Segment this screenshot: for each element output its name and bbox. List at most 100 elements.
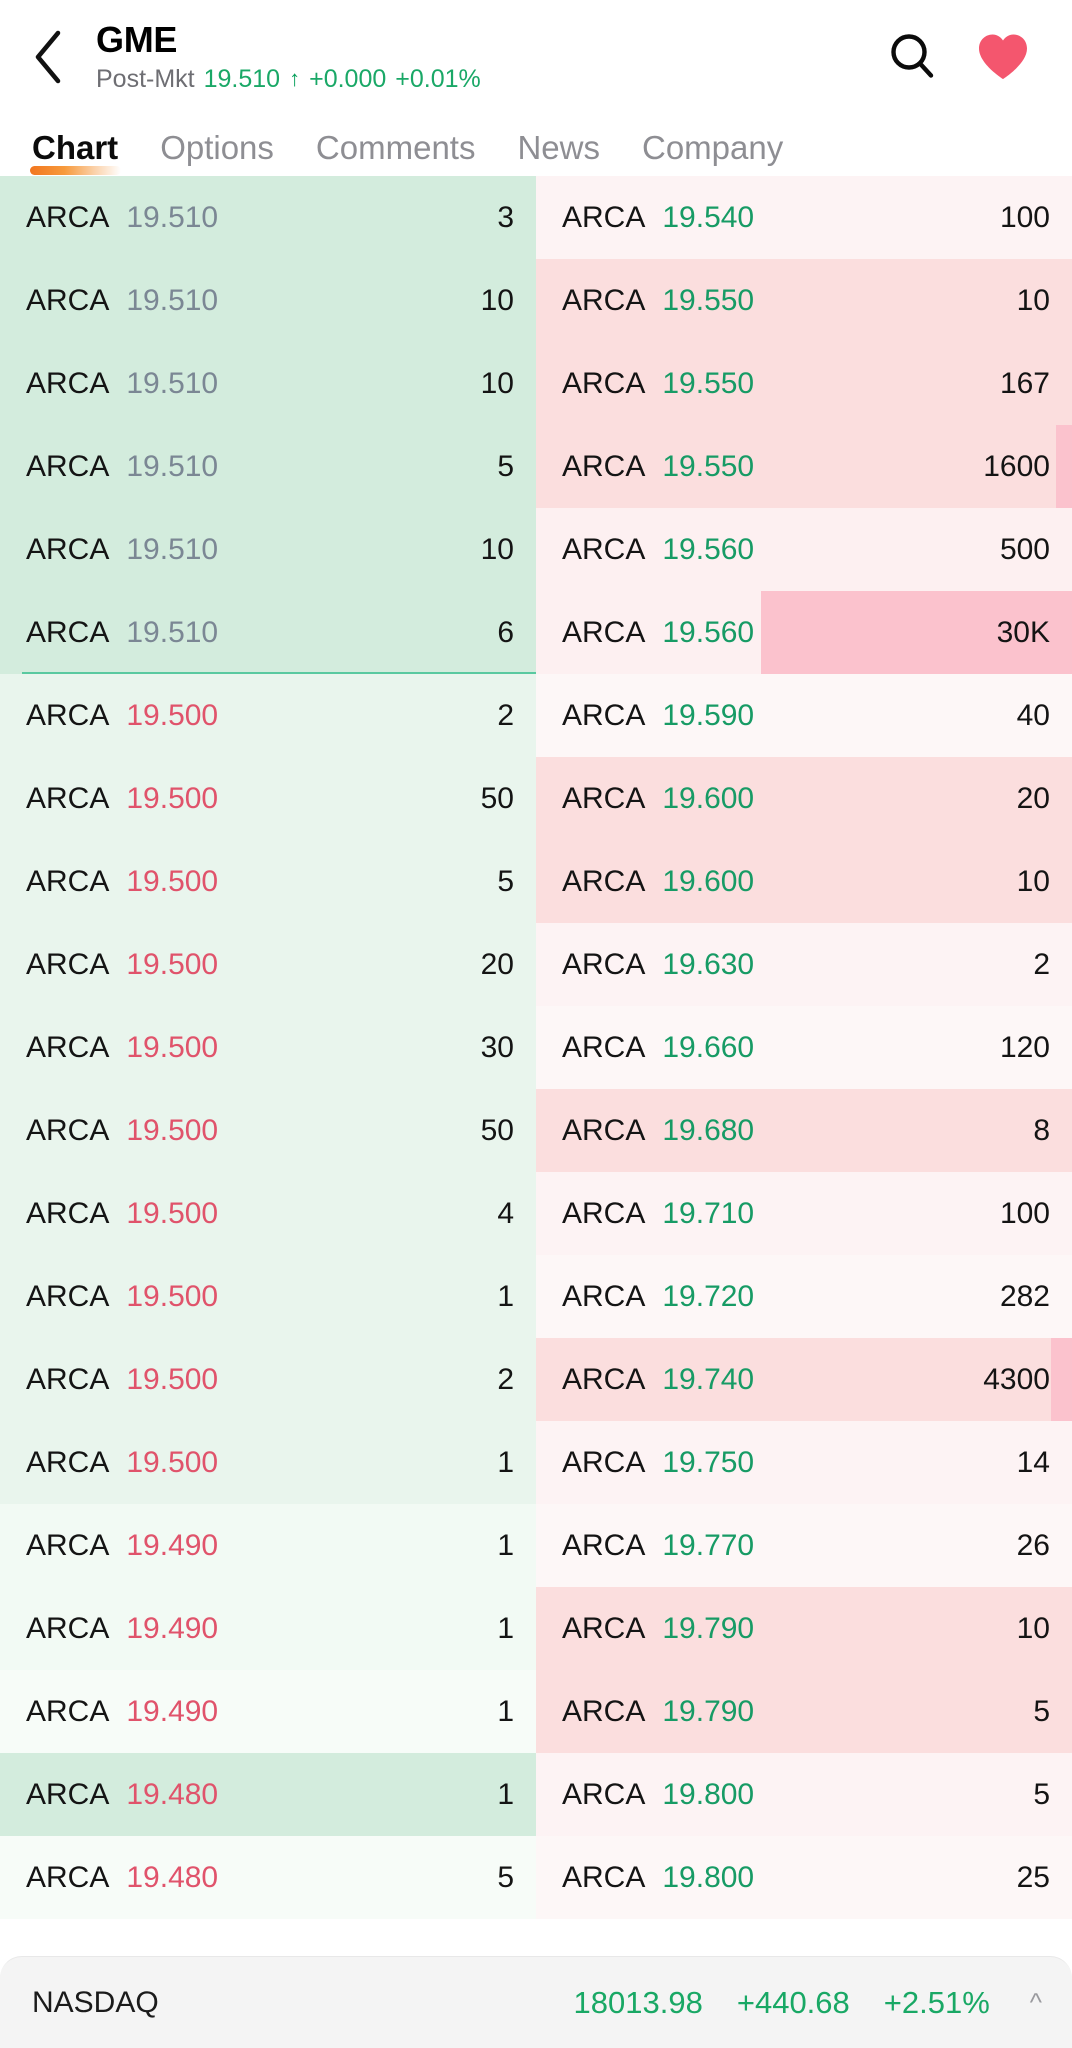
- table-row[interactable]: ARCA 19.790 10: [536, 1587, 1072, 1670]
- table-row[interactable]: ARCA 19.770 26: [536, 1504, 1072, 1587]
- table-row[interactable]: ARCA 19.560 30K: [536, 591, 1072, 674]
- price-cell: 19.490: [126, 1528, 219, 1562]
- market-maker: ARCA: [26, 1030, 110, 1064]
- tab-options[interactable]: Options: [139, 131, 295, 176]
- table-row[interactable]: ARCA 19.500 1: [0, 1421, 536, 1504]
- table-row[interactable]: ARCA 19.600 20: [536, 757, 1072, 840]
- table-row[interactable]: ARCA 19.590 40: [536, 674, 1072, 757]
- table-row[interactable]: ARCA 19.710 100: [536, 1172, 1072, 1255]
- size-cell: 167: [999, 366, 1050, 400]
- table-row[interactable]: ARCA 19.680 8: [536, 1089, 1072, 1172]
- table-row[interactable]: ARCA 19.480 1: [0, 1753, 536, 1836]
- price-cell: 19.800: [662, 1777, 755, 1811]
- size-cell: 1: [497, 1279, 514, 1313]
- market-maker: ARCA: [26, 1362, 110, 1396]
- tab-label: Comments: [315, 129, 476, 167]
- market-maker: ARCA: [562, 200, 646, 234]
- table-row[interactable]: ARCA 19.500 4: [0, 1172, 536, 1255]
- market-maker: ARCA: [26, 1694, 110, 1728]
- size-cell: 8: [1033, 1113, 1050, 1147]
- size-cell: 50: [480, 781, 514, 815]
- table-row[interactable]: ARCA 19.510 10: [0, 259, 536, 342]
- table-row[interactable]: ARCA 19.500 5: [0, 840, 536, 923]
- table-row[interactable]: ARCA 19.790 5: [536, 1670, 1072, 1753]
- table-row[interactable]: ARCA 19.500 20: [0, 923, 536, 1006]
- table-row[interactable]: ARCA 19.500 2: [0, 1338, 536, 1421]
- price-cell: 19.490: [126, 1611, 219, 1645]
- table-row[interactable]: ARCA 19.550 1600: [536, 425, 1072, 508]
- back-button[interactable]: [0, 0, 96, 113]
- table-row[interactable]: ARCA 19.560 500: [536, 508, 1072, 591]
- row-content: ARCA 19.500 50: [26, 782, 514, 816]
- table-row[interactable]: ARCA 19.660 120: [536, 1006, 1072, 1089]
- row-content: ARCA 19.660 120: [562, 1031, 1050, 1065]
- row-content: ARCA 19.750 14: [562, 1446, 1050, 1480]
- table-row[interactable]: ARCA 19.600 10: [536, 840, 1072, 923]
- market-maker: ARCA: [26, 1528, 110, 1562]
- size-cell: 120: [999, 1030, 1050, 1064]
- table-row[interactable]: ARCA 19.500 2: [0, 674, 536, 757]
- table-row[interactable]: ARCA 19.500 50: [0, 1089, 536, 1172]
- search-icon: [891, 33, 934, 78]
- bid-side[interactable]: ARCA 19.510 3 ARCA 19.510 10 ARCA 19.510 10 ARCA 1…: [0, 176, 536, 1956]
- row-content: ARCA 19.500 1: [26, 1280, 514, 1314]
- price-cell: 19.500: [126, 947, 219, 981]
- table-row[interactable]: ARCA 19.510 6: [0, 591, 536, 674]
- tab-chart[interactable]: Chart: [28, 131, 139, 176]
- row-content: ARCA 19.550 10: [562, 284, 1050, 318]
- price-cell: 19.630: [662, 947, 755, 981]
- session-label: Post-Mkt: [96, 65, 195, 94]
- table-row[interactable]: ARCA 19.510 10: [0, 342, 536, 425]
- size-cell: 500: [999, 532, 1050, 566]
- row-content: ARCA 19.590 40: [562, 699, 1050, 733]
- tab-comments[interactable]: Comments: [295, 131, 497, 176]
- favorite-button[interactable]: [976, 32, 1030, 82]
- table-row[interactable]: ARCA 19.630 2: [536, 923, 1072, 1006]
- market-index-bar[interactable]: NASDAQ 18013.98 +440.68 +2.51% ^: [0, 1956, 1072, 2048]
- size-cell: 10: [1016, 283, 1050, 317]
- price-cell: 19.550: [662, 366, 755, 400]
- row-content: ARCA 19.500 50: [26, 1114, 514, 1148]
- table-row[interactable]: ARCA 19.510 10: [0, 508, 536, 591]
- chevron-up-icon[interactable]: ^: [1030, 1987, 1042, 2018]
- ask-side[interactable]: ARCA 19.540 100 ARCA 19.550 10 ARCA 19.550 167 AR…: [536, 176, 1072, 1956]
- table-row[interactable]: ARCA 19.500 30: [0, 1006, 536, 1089]
- table-row[interactable]: ARCA 19.550 167: [536, 342, 1072, 425]
- table-row[interactable]: ARCA 19.480 5: [0, 1836, 536, 1919]
- table-row[interactable]: ARCA 19.540 100: [536, 176, 1072, 259]
- row-content: ARCA 19.510 10: [26, 533, 514, 567]
- heart-icon: [979, 34, 1027, 79]
- table-row[interactable]: ARCA 19.740 4300: [536, 1338, 1072, 1421]
- price-cell: 19.510: [126, 366, 219, 400]
- market-maker: ARCA: [562, 532, 646, 566]
- table-row[interactable]: ARCA 19.510 3: [0, 176, 536, 259]
- table-row[interactable]: ARCA 19.510 5: [0, 425, 536, 508]
- market-maker: ARCA: [562, 1860, 646, 1894]
- size-cell: 1600: [983, 449, 1050, 483]
- search-button[interactable]: [886, 30, 940, 84]
- price-cell: 19.550: [662, 283, 755, 317]
- tab-news[interactable]: News: [496, 131, 621, 176]
- tab-company[interactable]: Company: [621, 131, 804, 176]
- table-row[interactable]: ARCA 19.490 1: [0, 1587, 536, 1670]
- row-content: ARCA 19.510 10: [26, 284, 514, 318]
- row-content: ARCA 19.500 30: [26, 1031, 514, 1065]
- price-cell: 19.590: [662, 698, 755, 732]
- size-cell: 20: [1016, 781, 1050, 815]
- table-row[interactable]: ARCA 19.500 50: [0, 757, 536, 840]
- table-row[interactable]: ARCA 19.490 1: [0, 1670, 536, 1753]
- table-row[interactable]: ARCA 19.800 5: [536, 1753, 1072, 1836]
- price-cell: 19.510: [126, 200, 219, 234]
- row-content: ARCA 19.600 10: [562, 865, 1050, 899]
- size-cell: 25: [1016, 1860, 1050, 1894]
- table-row[interactable]: ARCA 19.500 1: [0, 1255, 536, 1338]
- table-row[interactable]: ARCA 19.490 1: [0, 1504, 536, 1587]
- size-cell: 3: [497, 200, 514, 234]
- table-row[interactable]: ARCA 19.550 10: [536, 259, 1072, 342]
- tab-label: Company: [642, 129, 784, 167]
- table-row[interactable]: ARCA 19.750 14: [536, 1421, 1072, 1504]
- price-cell: 19.500: [126, 1030, 219, 1064]
- table-row[interactable]: ARCA 19.720 282: [536, 1255, 1072, 1338]
- table-row[interactable]: ARCA 19.800 25: [536, 1836, 1072, 1919]
- price-cell: 19.600: [662, 864, 755, 898]
